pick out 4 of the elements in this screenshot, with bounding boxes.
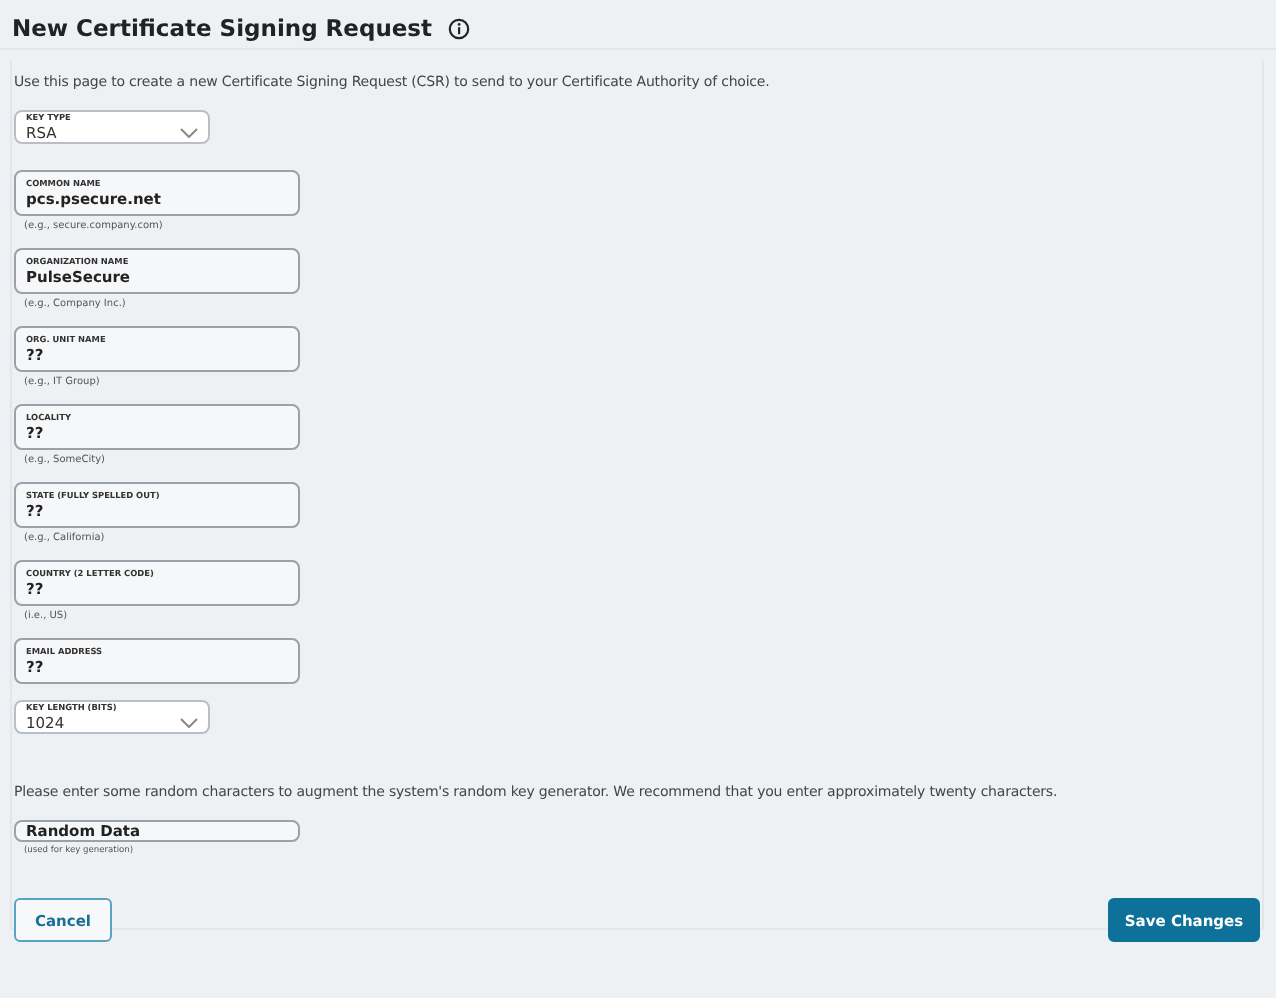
caret-icon: [180, 128, 198, 138]
info-icon[interactable]: [448, 17, 471, 39]
page-title: New Certificate Signing Request: [12, 14, 433, 42]
caret-icon: [180, 718, 198, 728]
